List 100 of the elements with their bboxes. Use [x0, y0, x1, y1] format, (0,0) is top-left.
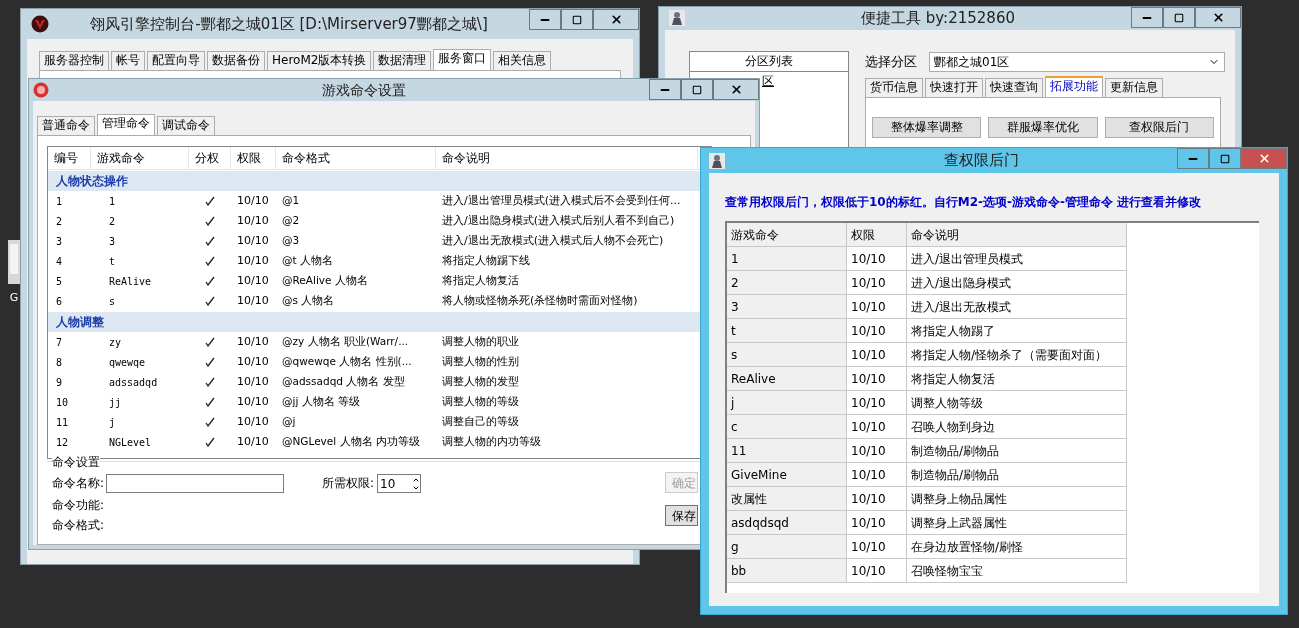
- column-header[interactable]: 权限: [231, 147, 276, 170]
- tab[interactable]: 更新信息: [1105, 77, 1163, 97]
- list-item[interactable]: 区: [762, 71, 774, 90]
- field-label: 所需权限:: [322, 475, 375, 492]
- minimize-button[interactable]: [649, 79, 681, 100]
- table-cell-text: 10/10: [236, 232, 270, 249]
- close-button[interactable]: [713, 79, 759, 100]
- column-header[interactable]: 命令说明: [907, 223, 1127, 247]
- table-cell-text: @j: [281, 414, 297, 430]
- table-cell-text: 10/10: [236, 252, 270, 269]
- maximize-icon: [1174, 12, 1184, 23]
- minimize-button[interactable]: [529, 9, 561, 30]
- table-cell: 调整人物等级: [907, 391, 1127, 415]
- maximize-button[interactable]: [561, 9, 593, 30]
- table-cell-text: 12: [55, 435, 70, 450]
- field-label: 命令格式:: [52, 517, 106, 532]
- close-button[interactable]: [593, 9, 639, 30]
- column-header[interactable]: 游戏命令: [727, 223, 847, 247]
- app-icon: [709, 152, 725, 169]
- column-header[interactable]: 命令说明: [436, 147, 698, 170]
- table-cell: 将指定人物/怪物杀了（需要面对面）: [907, 343, 1127, 367]
- column-header: 分区列表: [690, 51, 848, 72]
- table-cell-text: 调整人物的内功等级: [441, 433, 542, 450]
- tab[interactable]: 数据备份: [207, 51, 265, 70]
- tab[interactable]: 相关信息: [493, 51, 552, 70]
- table-cell: 进入/退出无敌模式: [907, 295, 1127, 319]
- tab[interactable]: 货币信息: [865, 77, 923, 97]
- table-cell-text: 3: [55, 234, 64, 249]
- table-cell-text: @NGLevel 人物名 内功等级: [281, 434, 421, 450]
- action-button[interactable]: 查权限后门: [1104, 116, 1214, 138]
- table-cell: 将指定人物踢了: [907, 319, 1127, 343]
- maximize-button[interactable]: [681, 79, 713, 100]
- tab[interactable]: 数据清理: [373, 51, 432, 70]
- table-cell-text: 调整人物的等级: [441, 393, 520, 410]
- table-cell: 制造物品/刷物品: [907, 439, 1127, 463]
- input-field[interactable]: [106, 473, 285, 493]
- tab[interactable]: 快速打开: [925, 77, 983, 97]
- table-cell-text: j: [108, 415, 117, 430]
- action-button[interactable]: 整体爆率调整: [872, 116, 982, 138]
- table-cell-text: 4: [55, 254, 64, 269]
- table-cell-text: 7: [55, 335, 64, 350]
- column-header[interactable]: 游戏命令: [91, 147, 189, 170]
- notice-text: 查常用权限后门，权限低于10的标红。自行M2-选项-游戏命令-管理命令 进行查看并修改: [725, 194, 1203, 211]
- table-cell: 10/10: [847, 463, 907, 487]
- table-cell: 10/10: [847, 439, 907, 463]
- close-button[interactable]: [1195, 7, 1241, 28]
- table-cell-text: 10/10: [236, 393, 270, 410]
- app-icon: [33, 82, 49, 98]
- spin-field[interactable]: 10: [377, 474, 422, 493]
- dialog-button[interactable]: 保存: [665, 505, 699, 526]
- app-icon: [31, 15, 49, 33]
- tab[interactable]: 帐号: [111, 51, 145, 70]
- table-cell: 将指定人物复活: [907, 367, 1127, 391]
- tab[interactable]: 拓展功能: [1045, 75, 1103, 97]
- table-cell: 进入/退出管理员模式: [907, 247, 1127, 271]
- table-cell-text: 调整人物的发型: [441, 373, 520, 390]
- tab[interactable]: 普通命令: [37, 116, 95, 135]
- maximize-icon: [1220, 153, 1230, 164]
- table-cell-text: @s 人物名: [281, 293, 336, 309]
- tab[interactable]: HeroM2版本转换: [267, 51, 372, 70]
- table-cell: GiveMine: [727, 463, 847, 487]
- table-cell-text: 5: [55, 274, 64, 289]
- tab[interactable]: 快速查询: [985, 77, 1043, 97]
- column-header[interactable]: 分权: [189, 147, 231, 170]
- tab[interactable]: 服务器控制: [39, 51, 109, 70]
- minimize-button[interactable]: [1131, 7, 1163, 28]
- tab[interactable]: 管理命令: [97, 114, 155, 135]
- window-title: 便捷工具 by:2152860: [860, 8, 1016, 29]
- column-header[interactable]: 编号: [48, 147, 91, 170]
- table-cell-text: 10/10: [236, 433, 270, 450]
- table-cell-text: 3: [108, 234, 117, 249]
- column-header[interactable]: 权限: [847, 223, 907, 247]
- close-icon: [729, 83, 743, 96]
- field-label: 选择分区: [865, 52, 917, 71]
- column-header[interactable]: 命令格式: [276, 147, 436, 170]
- field-label: 命令功能:: [52, 497, 106, 512]
- table-cell-text: zy: [108, 335, 123, 350]
- table-cell-text: 调整自己的等级: [441, 413, 520, 430]
- maximize-button[interactable]: [1163, 7, 1195, 28]
- minimize-button[interactable]: [1177, 148, 1209, 169]
- table-cell: 10/10: [847, 247, 907, 271]
- action-button[interactable]: 群服爆率优化: [988, 116, 1098, 138]
- tab[interactable]: 配置向导: [147, 51, 205, 70]
- table-cell-text: @t 人物名: [281, 253, 334, 269]
- window-title: 查权限后门: [942, 150, 1020, 172]
- table-cell-text: t: [108, 254, 117, 269]
- zone-select[interactable]: 酆都之城01区: [929, 51, 1225, 72]
- close-icon: [1211, 11, 1225, 24]
- table-cell: 10/10: [847, 295, 907, 319]
- table-cell-text: @3: [281, 233, 301, 249]
- maximize-button[interactable]: [1209, 148, 1241, 169]
- table-cell: bb: [727, 559, 847, 583]
- desktop-icon-label[interactable]: G: [9, 290, 19, 307]
- table-cell-text: 10/10: [236, 292, 270, 309]
- table-cell-text: 2: [108, 214, 117, 229]
- tab[interactable]: 调试命令: [157, 116, 215, 135]
- tab[interactable]: 服务窗口: [433, 49, 492, 70]
- table-cell-text: @adssadqd 人物名 发型: [281, 374, 406, 390]
- table-cell: 10/10: [847, 559, 907, 583]
- table-cell: g: [727, 535, 847, 559]
